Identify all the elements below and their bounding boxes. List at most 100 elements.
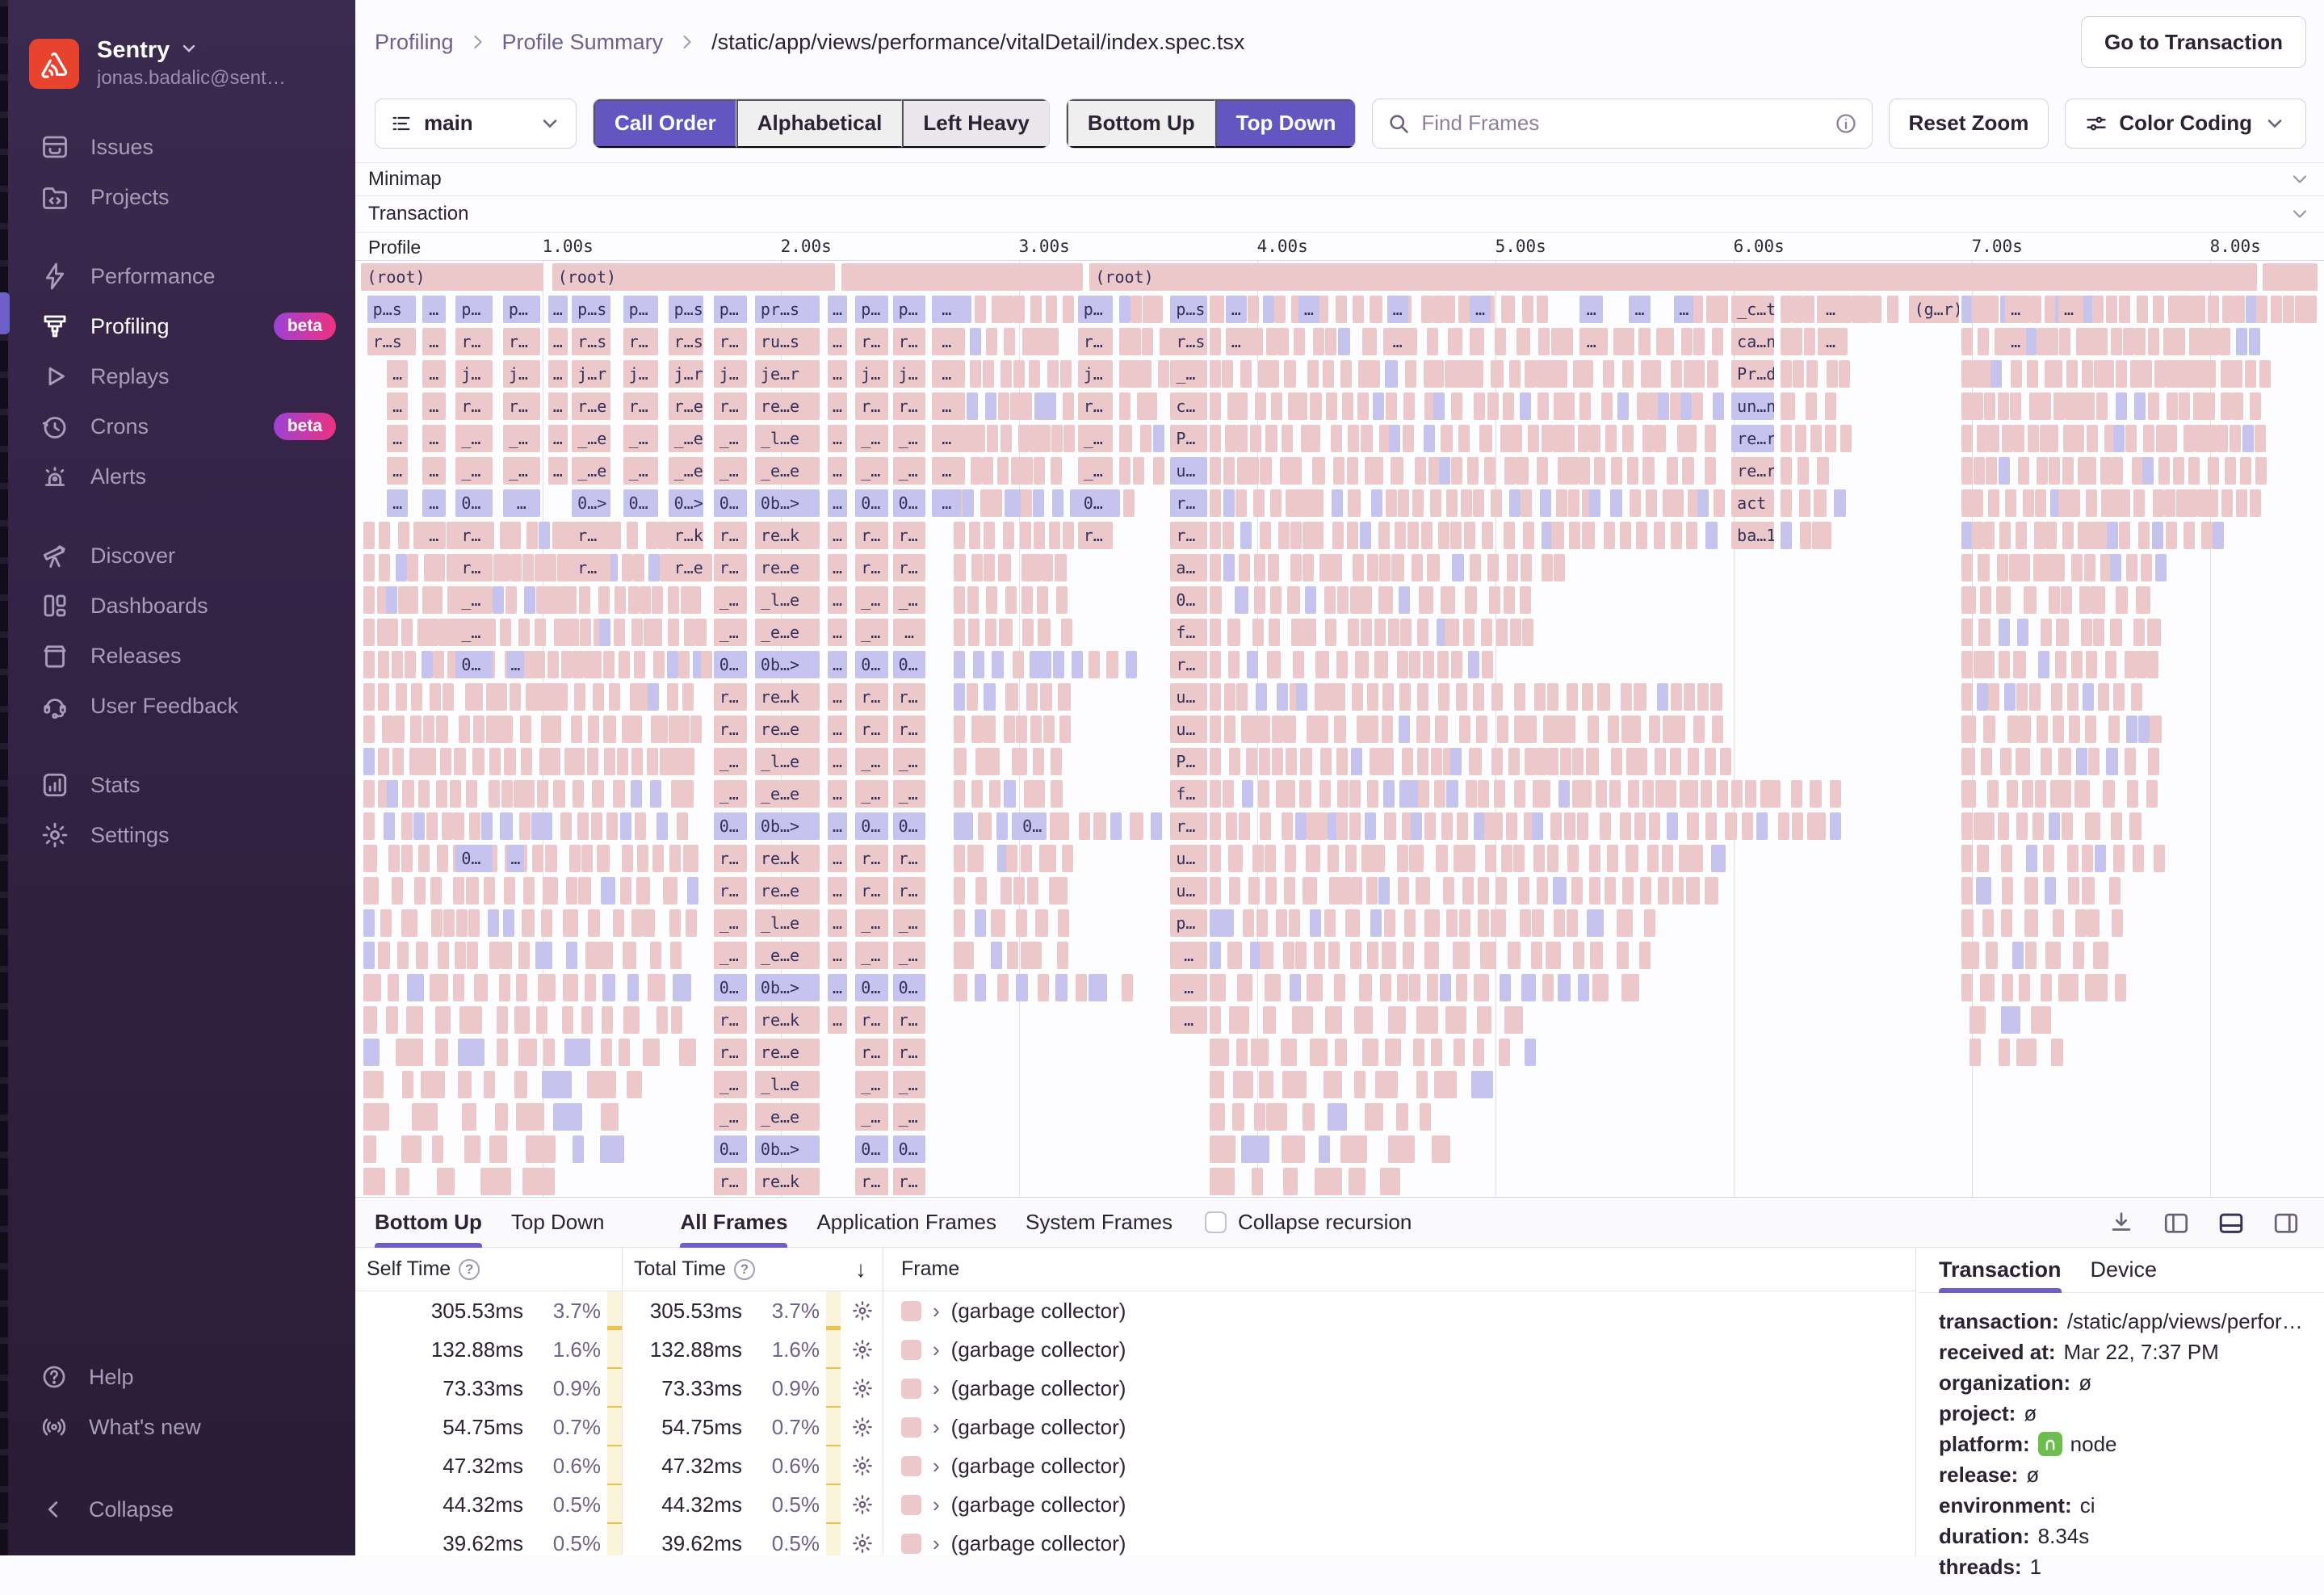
flamegraph-frame[interactable] bbox=[606, 812, 619, 840]
flamegraph-frame[interactable] bbox=[1012, 748, 1028, 775]
flamegraph-frame[interactable]: re…k bbox=[754, 683, 820, 711]
flamegraph-frame[interactable] bbox=[2154, 845, 2166, 872]
flamegraph-frame[interactable] bbox=[1252, 1168, 1264, 1195]
flamegraph-frame[interactable] bbox=[2152, 522, 2163, 549]
flamegraph-frame[interactable]: r… bbox=[572, 554, 611, 581]
table-row[interactable]: 73.33ms 0.9% 73.33ms 0.9% › (garbage collecto… bbox=[355, 1369, 1915, 1408]
flamegraph-frame[interactable] bbox=[633, 651, 645, 678]
flamegraph-frame[interactable] bbox=[2038, 651, 2050, 678]
flamegraph-frame[interactable] bbox=[2016, 683, 2028, 711]
flamegraph-frame[interactable] bbox=[603, 716, 616, 743]
flamegraph-frame[interactable] bbox=[2066, 360, 2078, 388]
flamegraph-frame[interactable] bbox=[1335, 296, 1348, 323]
flamegraph-frame[interactable] bbox=[2024, 909, 2038, 937]
flamegraph-frame[interactable]: j… bbox=[713, 360, 747, 388]
flamegraph-frame[interactable]: _l…e bbox=[754, 425, 820, 452]
flamegraph-frame[interactable] bbox=[2066, 845, 2079, 872]
flamegraph-frame[interactable] bbox=[509, 683, 521, 711]
flamegraph-frame[interactable] bbox=[1562, 392, 1575, 420]
layout-right-icon[interactable] bbox=[2272, 1209, 2300, 1236]
flamegraph-frame[interactable] bbox=[2105, 651, 2117, 678]
flamegraph-frame[interactable] bbox=[1366, 716, 1378, 743]
flamegraph-frame[interactable] bbox=[363, 942, 375, 969]
tab-all-frames[interactable]: All Frames bbox=[680, 1198, 787, 1248]
flamegraph-frame[interactable]: r… bbox=[713, 328, 747, 355]
flamegraph-frame[interactable] bbox=[1578, 457, 1590, 485]
flamegraph-frame[interactable] bbox=[1472, 683, 1484, 711]
flamegraph-frame[interactable] bbox=[1426, 974, 1438, 1001]
flamegraph-frame[interactable] bbox=[504, 748, 516, 775]
flamegraph-frame[interactable] bbox=[1538, 328, 1550, 355]
flamegraph-frame[interactable] bbox=[2108, 716, 2120, 743]
flamegraph-frame[interactable] bbox=[1572, 748, 1584, 775]
flamegraph-frame[interactable] bbox=[2083, 392, 2095, 420]
flamegraph-frame[interactable] bbox=[1976, 425, 1988, 452]
flamegraph-frame[interactable] bbox=[1581, 360, 1594, 388]
flamegraph-frame[interactable]: 0b…> bbox=[754, 1135, 820, 1163]
segment-top-down[interactable]: Top Down bbox=[1214, 99, 1356, 148]
flamegraph-frame[interactable] bbox=[1264, 974, 1281, 1001]
flamegraph-frame[interactable] bbox=[1664, 780, 1676, 808]
flamegraph-frame[interactable] bbox=[577, 877, 591, 905]
flamegraph-frame[interactable] bbox=[1395, 522, 1407, 549]
flamegraph-frame[interactable] bbox=[1508, 942, 1521, 969]
flamegraph-frame[interactable] bbox=[1404, 909, 1416, 937]
flamegraph-frame[interactable] bbox=[1240, 522, 1252, 549]
flamegraph-frame[interactable] bbox=[1370, 296, 1382, 323]
flamegraph-frame[interactable] bbox=[1483, 457, 1495, 485]
flamegraph-frame[interactable] bbox=[545, 554, 557, 581]
flamegraph-frame[interactable] bbox=[1061, 619, 1073, 646]
flamegraph-frame[interactable] bbox=[1567, 909, 1579, 937]
segment-call-order[interactable]: Call Order bbox=[594, 99, 736, 148]
flamegraph-frame[interactable] bbox=[363, 651, 375, 678]
flamegraph-frame[interactable] bbox=[978, 812, 992, 840]
flamegraph-frame[interactable] bbox=[2023, 586, 2037, 614]
flamegraph-frame[interactable] bbox=[1252, 489, 1265, 517]
flamegraph-frame[interactable] bbox=[2112, 909, 2124, 937]
flamegraph-frame[interactable] bbox=[1289, 974, 1302, 1001]
flamegraph-frame[interactable] bbox=[1227, 651, 1240, 678]
flamegraph-frame[interactable] bbox=[1210, 812, 1222, 840]
flamegraph-frame[interactable]: j… bbox=[892, 360, 926, 388]
flamegraph-frame[interactable] bbox=[1140, 425, 1152, 452]
flamegraph-frame[interactable] bbox=[954, 586, 966, 614]
flamegraph-frame[interactable]: … bbox=[828, 909, 847, 937]
flamegraph-frame[interactable] bbox=[1438, 457, 1450, 485]
flamegraph-frame[interactable]: r… bbox=[713, 1006, 747, 1034]
flamegraph-frame[interactable] bbox=[1756, 812, 1768, 840]
flamegraph-frame[interactable] bbox=[2141, 360, 2153, 388]
flamegraph-frame[interactable] bbox=[473, 716, 485, 743]
flamegraph-frame[interactable]: … bbox=[1818, 296, 1844, 323]
flamegraph-frame[interactable]: … bbox=[828, 328, 847, 355]
sidebar-item-discover[interactable]: Discover bbox=[8, 531, 355, 581]
flamegraph-frame[interactable] bbox=[2222, 296, 2234, 323]
flamegraph-frame[interactable] bbox=[592, 683, 604, 711]
flamegraph-frame[interactable] bbox=[1579, 392, 1591, 420]
flamegraph-frame[interactable] bbox=[2072, 425, 2084, 452]
flamegraph-frame[interactable] bbox=[1296, 683, 1308, 711]
flamegraph-frame[interactable] bbox=[2096, 328, 2108, 355]
flamegraph-frame[interactable] bbox=[1255, 392, 1267, 420]
flamegraph-frame[interactable] bbox=[645, 522, 657, 549]
flamegraph-frame[interactable]: r… bbox=[855, 1006, 889, 1034]
flamegraph-frame[interactable] bbox=[686, 909, 698, 937]
flamegraph-frame[interactable] bbox=[599, 619, 611, 646]
flamegraph-frame[interactable] bbox=[1620, 683, 1632, 711]
flamegraph-frame[interactable] bbox=[2283, 296, 2295, 323]
flamegraph-frame[interactable] bbox=[494, 1103, 509, 1131]
flamegraph-frame[interactable]: re…e bbox=[754, 716, 820, 743]
flamegraph-frame[interactable] bbox=[1521, 296, 1533, 323]
flamegraph-frame[interactable]: r…e bbox=[572, 392, 611, 420]
flamegraph-frame[interactable] bbox=[986, 425, 998, 452]
flamegraph-frame[interactable] bbox=[985, 392, 997, 420]
flamegraph-frame[interactable] bbox=[2131, 457, 2143, 485]
flamegraph-frame[interactable]: _… bbox=[855, 425, 889, 452]
flamegraph-frame[interactable]: _… bbox=[855, 942, 889, 969]
flamegraph-frame[interactable] bbox=[1610, 489, 1623, 517]
flamegraph-frame[interactable]: re…r bbox=[1731, 457, 1775, 485]
flamegraph-frame[interactable]: … bbox=[502, 489, 540, 517]
flamegraph-frame[interactable] bbox=[2135, 651, 2147, 678]
flamegraph-frame[interactable] bbox=[687, 877, 699, 905]
flamegraph-frame[interactable] bbox=[2093, 942, 2108, 969]
flamegraph-frame[interactable] bbox=[1536, 457, 1548, 485]
